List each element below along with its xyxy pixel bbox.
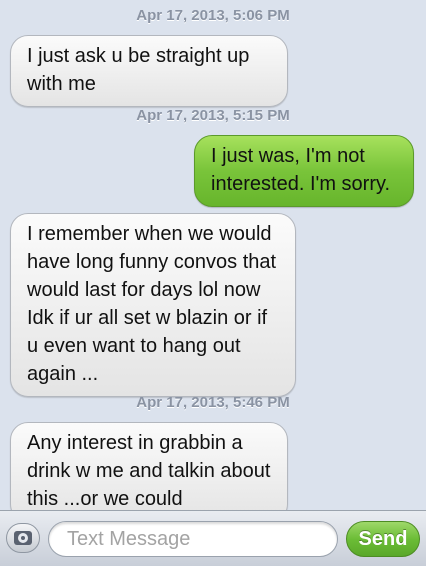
message-text: I remember when we would have long funny… — [27, 223, 277, 385]
incoming-message-bubble[interactable]: I remember when we would have long funny… — [10, 213, 296, 397]
text-message-input[interactable] — [48, 521, 338, 557]
camera-button[interactable] — [6, 523, 40, 553]
camera-icon — [14, 531, 32, 545]
timestamp: Apr 17, 2013, 5:06 PM — [136, 7, 290, 24]
incoming-message-bubble[interactable]: Any interest in grabbin a drink w me and… — [10, 422, 288, 510]
message-text: I just was, I'm not interested. I'm sorr… — [211, 145, 391, 195]
outgoing-message-bubble[interactable]: I just was, I'm not interested. I'm sorr… — [194, 135, 414, 207]
message-text: Any interest in grabbin a drink w me and… — [27, 432, 271, 510]
timestamp: Apr 17, 2013, 5:46 PM — [136, 394, 290, 411]
send-button[interactable]: Send — [346, 521, 420, 557]
message-thread[interactable]: Apr 17, 2013, 5:06 PM I just ask u be st… — [0, 0, 426, 510]
timestamp: Apr 17, 2013, 5:15 PM — [136, 107, 290, 124]
message-text: I just ask u be straight up with me — [27, 45, 250, 95]
message-input-bar: Send — [0, 510, 426, 566]
incoming-message-bubble[interactable]: I just ask u be straight up with me — [10, 35, 288, 107]
